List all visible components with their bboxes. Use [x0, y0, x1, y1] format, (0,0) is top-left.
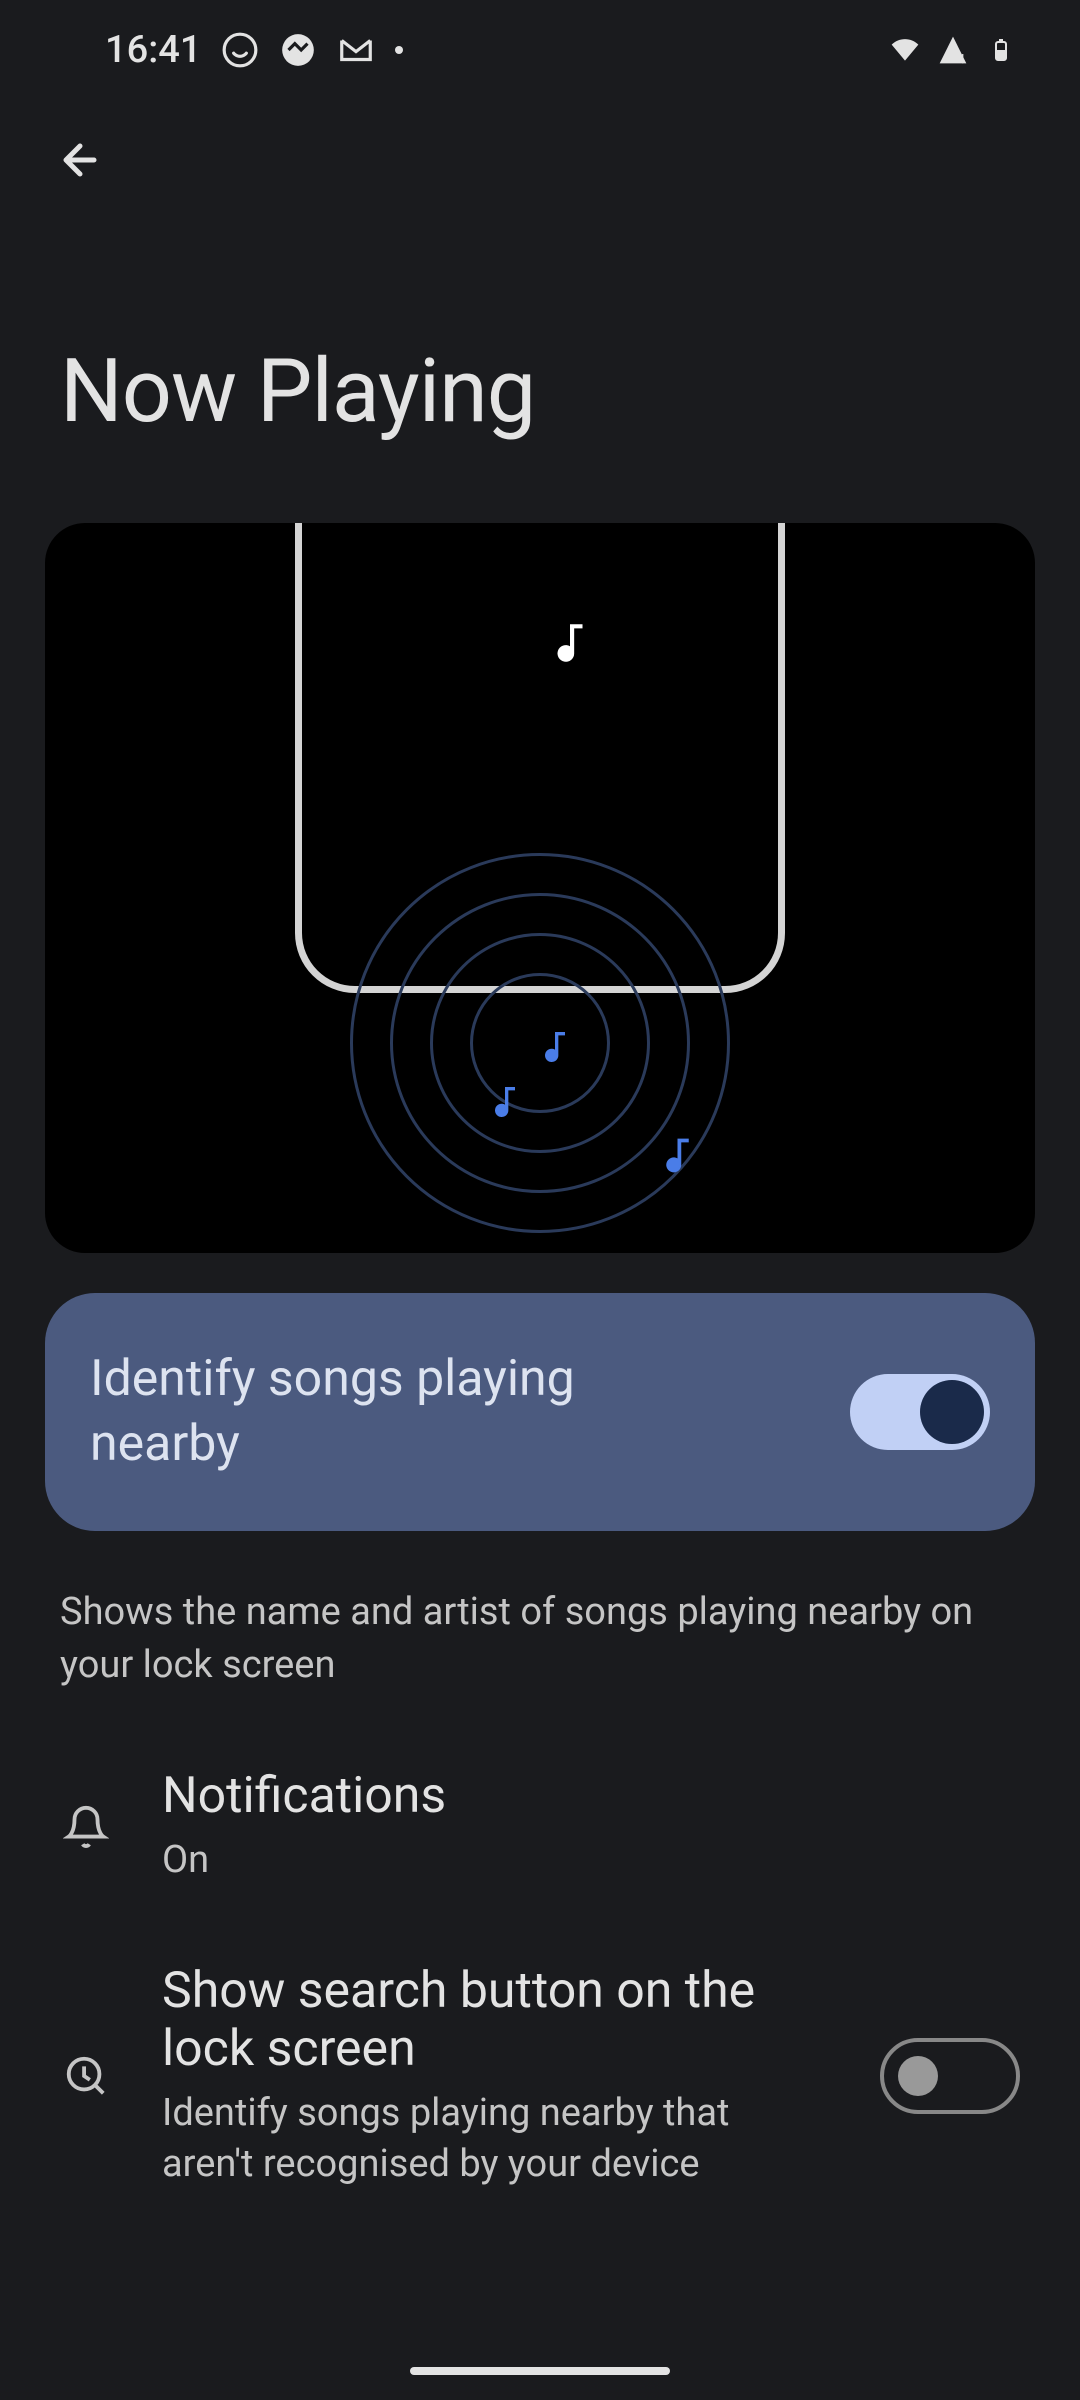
music-search-icon	[60, 2050, 112, 2102]
search-button-subtitle: Identify songs playing nearby that aren'…	[162, 2088, 830, 2191]
notifications-subtitle: On	[162, 1835, 1020, 1886]
music-note-icon	[535, 1023, 575, 1071]
search-button-row[interactable]: Show search button on the lock screen Id…	[60, 1962, 1020, 2191]
navigation-handle[interactable]	[410, 2367, 670, 2375]
signal-icon: !	[934, 31, 972, 69]
music-note-icon	[655, 1128, 700, 1183]
status-right: !	[886, 31, 1020, 69]
illustration	[45, 523, 1035, 1253]
svg-text:!: !	[961, 52, 964, 66]
status-bar: 16:41 !	[0, 0, 1080, 90]
messenger-icon	[279, 31, 317, 69]
back-button[interactable]	[50, 130, 110, 190]
status-left: 16:41	[105, 28, 403, 72]
notifications-content: Notifications On	[162, 1767, 1020, 1886]
identify-songs-toggle[interactable]	[850, 1374, 990, 1450]
status-time: 16:41	[105, 28, 201, 72]
identify-songs-label: Identify songs playing nearby	[90, 1347, 690, 1477]
music-note-icon	[545, 613, 595, 673]
music-note-icon	[485, 1078, 525, 1126]
wifi-icon	[886, 31, 924, 69]
page-title: Now Playing	[60, 340, 1080, 443]
feature-description: Shows the name and artist of songs playi…	[60, 1586, 1020, 1692]
battery-icon	[982, 31, 1020, 69]
search-button-title: Show search button on the lock screen	[162, 1962, 830, 2078]
bell-icon	[60, 1801, 112, 1853]
search-button-toggle[interactable]	[880, 2038, 1020, 2114]
gmail-icon	[337, 31, 375, 69]
more-notifications-dot	[395, 46, 403, 54]
search-button-content: Show search button on the lock screen Id…	[162, 1962, 830, 2191]
notifications-title: Notifications	[162, 1767, 1020, 1825]
whatsapp-icon	[221, 31, 259, 69]
notifications-row[interactable]: Notifications On	[60, 1767, 1020, 1886]
identify-songs-card[interactable]: Identify songs playing nearby	[45, 1293, 1035, 1531]
